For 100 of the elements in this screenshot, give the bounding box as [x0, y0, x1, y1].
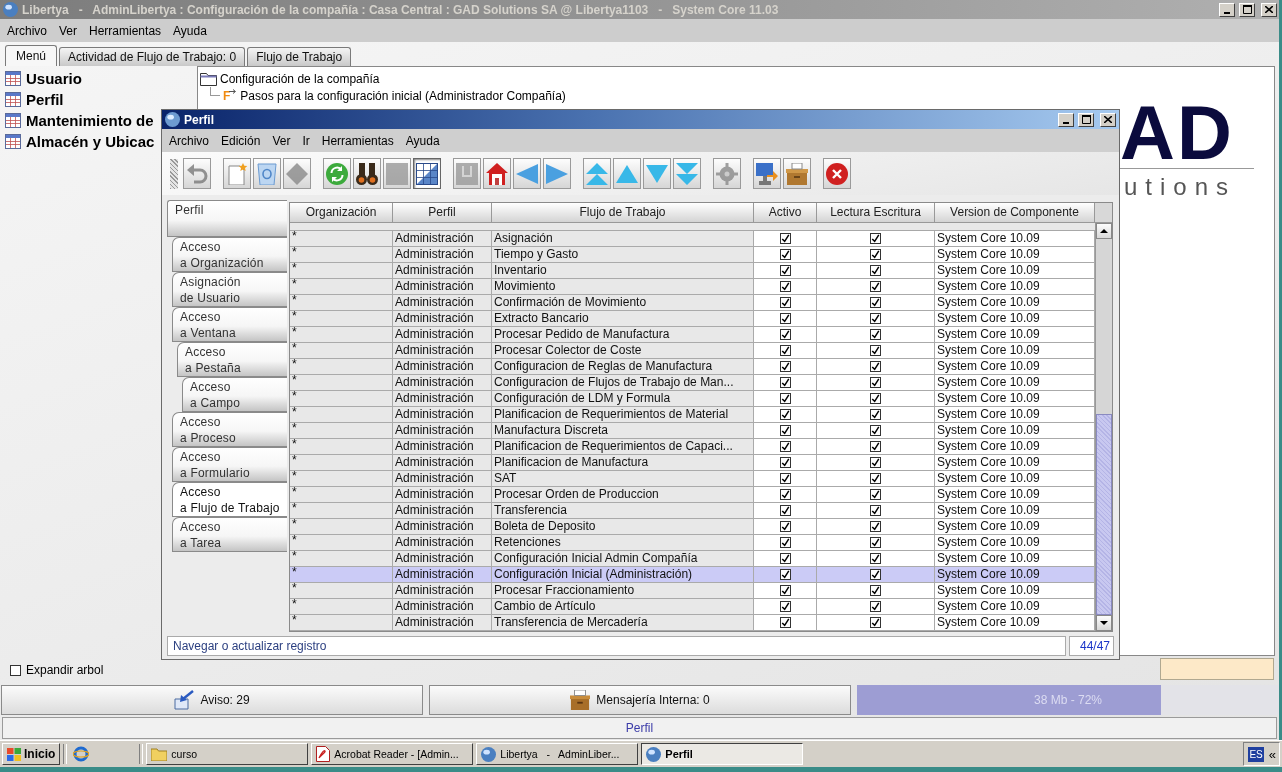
record-tab[interactable]: Acceso a Flujo de Trabajo: [172, 482, 287, 517]
table-row[interactable]: * Administración Boleta de Deposito System Core 10.09: [290, 519, 1095, 535]
table-row[interactable]: * Administración Movimiento System Core 10.09: [290, 279, 1095, 295]
record-tab[interactable]: Acceso a Organización: [172, 237, 287, 272]
messages-button[interactable]: Mensajería Interna: 0: [429, 685, 851, 715]
checkbox[interactable]: [870, 377, 881, 388]
checkbox[interactable]: [870, 313, 881, 324]
column-header[interactable]: Activo: [754, 203, 817, 223]
menu-item[interactable]: Ayuda: [167, 23, 213, 38]
table-row[interactable]: * Administración Tiempo y Gasto System Core 10.09: [290, 247, 1095, 263]
language-button[interactable]: ES: [1248, 746, 1264, 762]
column-header[interactable]: Organización: [290, 203, 393, 223]
menu-item[interactable]: Herramientas: [83, 23, 168, 38]
checkbox[interactable]: [870, 393, 881, 404]
checkbox[interactable]: [870, 617, 881, 628]
checkbox[interactable]: [779, 553, 791, 564]
checkbox[interactable]: [870, 553, 881, 564]
task-button[interactable]: curso: [146, 743, 309, 765]
checkbox[interactable]: [779, 537, 791, 548]
column-header[interactable]: Perfil: [393, 203, 492, 223]
record-tab[interactable]: Acceso a Ventana: [172, 307, 287, 342]
column-header[interactable]: Version de Componente: [935, 203, 1095, 223]
menu-item[interactable]: Ir: [296, 133, 316, 148]
scrollbar-thumb[interactable]: [1096, 414, 1112, 615]
tree-item[interactable]: F Pasos para la configuración inicial (Administrador Compañía): [210, 87, 566, 104]
checkbox[interactable]: [779, 393, 791, 404]
record-tab[interactable]: Acceso a Proceso: [172, 412, 287, 447]
toolbar-button[interactable]: [413, 158, 441, 189]
tab[interactable]: Menú: [5, 45, 58, 66]
table-row[interactable]: * Administración Retenciones System Core 10.09: [290, 535, 1095, 551]
table-row[interactable]: * Administración SAT System Core 10.09: [290, 471, 1095, 487]
checkbox[interactable]: [779, 617, 791, 628]
favorite-item[interactable]: Perfil: [0, 89, 64, 110]
close-button[interactable]: [1261, 2, 1277, 17]
minimize-button[interactable]: [1219, 2, 1235, 17]
checkbox[interactable]: [779, 457, 791, 468]
menu-item[interactable]: Archivo: [1, 23, 53, 38]
table-row[interactable]: * Administración Transferencia System Core 10.09: [290, 503, 1095, 519]
record-tab[interactable]: Acceso a Pestaña: [177, 342, 287, 377]
tab[interactable]: Actividad de Flujo de Trabajo: 0: [59, 47, 246, 66]
tree-item[interactable]: Configuración de la compañía: [200, 70, 380, 87]
scroll-down-button[interactable]: [1096, 615, 1112, 631]
menu-item[interactable]: Ver: [266, 133, 297, 148]
table-row[interactable]: * Administración Configuración de LDM y Formula System Core 10.09: [290, 391, 1095, 407]
record-tab[interactable]: Asignación de Usuario: [172, 272, 287, 307]
table-row[interactable]: * Administración Inventario System Core 10.09: [290, 263, 1095, 279]
checkbox[interactable]: [779, 601, 791, 612]
checkbox[interactable]: [779, 281, 791, 292]
record-tab[interactable]: Acceso a Formulario: [172, 447, 287, 482]
table-row[interactable]: * Administración Procesar Orden de Produccion System Core 10.09: [290, 487, 1095, 503]
menu-item[interactable]: Archivo: [163, 133, 215, 148]
checkbox[interactable]: [870, 265, 881, 276]
task-button[interactable]: Acrobat Reader - [Admin...: [311, 743, 474, 765]
table-row[interactable]: * Administración Extracto Bancario System Core 10.09: [290, 311, 1095, 327]
checkbox[interactable]: [779, 473, 791, 484]
checkbox[interactable]: [870, 505, 881, 516]
globe-icon[interactable]: [73, 746, 90, 762]
checkbox[interactable]: [779, 441, 791, 452]
task-button[interactable]: Perfil: [641, 743, 804, 765]
checkbox[interactable]: [870, 489, 881, 500]
table-row[interactable]: * Administración Transferencia de Mercadería System Core 10.09: [290, 615, 1095, 631]
checkbox[interactable]: [870, 233, 881, 244]
checkbox[interactable]: [870, 457, 881, 468]
checkbox[interactable]: [870, 601, 881, 612]
table-row[interactable]: * Administración Procesar Colector de Coste System Core 10.09: [290, 343, 1095, 359]
table-row[interactable]: * Administración Cambio de Artículo System Core 10.09: [290, 599, 1095, 615]
column-header[interactable]: Lectura Escritura: [817, 203, 935, 223]
favorite-item[interactable]: Almacén y Ubicac: [0, 131, 155, 152]
checkbox[interactable]: [870, 569, 881, 580]
checkbox[interactable]: [870, 297, 881, 308]
toolbar-button[interactable]: [353, 158, 381, 189]
checkbox[interactable]: [779, 361, 791, 372]
checkbox[interactable]: [779, 329, 791, 340]
checkbox[interactable]: [870, 329, 881, 340]
favorite-item[interactable]: Usuario: [0, 68, 82, 89]
checkbox[interactable]: [779, 569, 791, 580]
tab[interactable]: Flujo de Trabajo: [247, 47, 352, 66]
menu-item[interactable]: Ver: [53, 23, 84, 38]
menu-item[interactable]: Herramientas: [315, 133, 400, 148]
table-row[interactable]: * Administración Procesar Fraccionamiento System Core 10.09: [290, 583, 1095, 599]
column-header[interactable]: Flujo de Trabajo: [492, 203, 754, 223]
checkbox[interactable]: [870, 281, 881, 292]
table-row[interactable]: * Administración Planificacion de Requerimientos de Material System Core 10.09: [290, 407, 1095, 423]
minimize-button[interactable]: [1058, 112, 1074, 127]
checkbox[interactable]: [779, 505, 791, 516]
checkbox[interactable]: [870, 425, 881, 436]
checkbox[interactable]: [779, 233, 791, 244]
table-row[interactable]: * Administración Configuracion de Flujos de Trabajo de Man... System Core 10.09: [290, 375, 1095, 391]
close-button[interactable]: [1100, 112, 1116, 127]
checkbox[interactable]: [779, 313, 791, 324]
table-row[interactable]: * Administración Configuracion de Reglas de Manufactura System Core 10.09: [290, 359, 1095, 375]
table-row[interactable]: * Administración Planificacion de Manufactura System Core 10.09: [290, 455, 1095, 471]
maximize-button[interactable]: [1078, 112, 1094, 127]
checkbox[interactable]: [779, 345, 791, 356]
tray-toggle-button[interactable]: «: [1268, 746, 1276, 762]
checkbox[interactable]: [870, 361, 881, 372]
start-button[interactable]: Inicio: [2, 743, 61, 765]
menu-item[interactable]: Ayuda: [399, 133, 446, 148]
table-row[interactable]: * Administración Asignación System Core 10.09: [290, 231, 1095, 247]
checkbox[interactable]: [779, 489, 791, 500]
